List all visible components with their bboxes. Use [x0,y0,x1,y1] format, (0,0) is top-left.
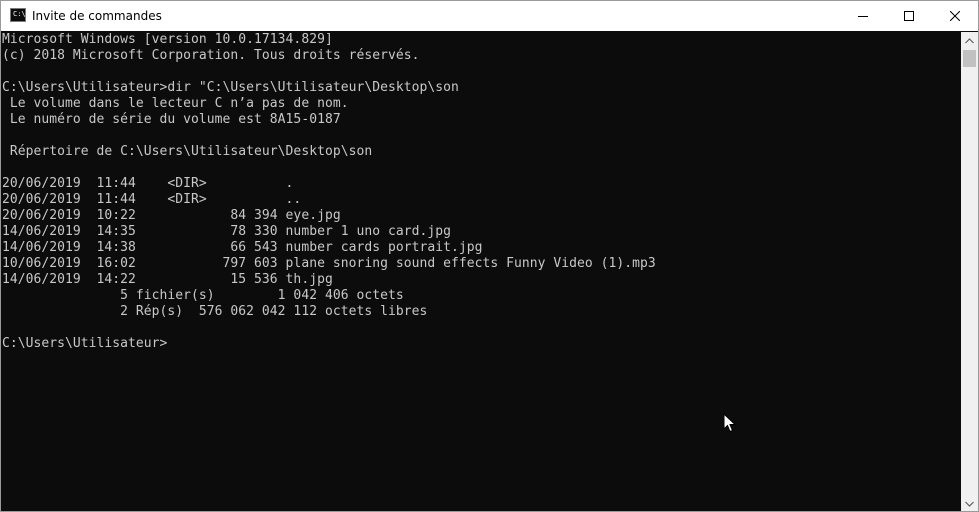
command-prompt-window: C:\. Invite de commandes Microsoft Windo… [0,0,979,512]
chevron-down-icon [965,501,974,507]
scroll-down-button[interactable] [961,495,978,511]
close-button[interactable] [932,1,978,31]
console-line: 20/06/2019 11:44 <DIR> .. [2,192,302,207]
console-line: Microsoft Windows [version 10.0.17134.82… [2,32,333,47]
minimize-icon [858,16,868,17]
maximize-button[interactable] [886,1,932,31]
console-line: 10/06/2019 16:02 797 603 plane snoring s… [2,256,656,271]
console-line: 20/06/2019 10:22 84 394 eye.jpg [2,208,341,223]
console-line: Le numéro de série du volume est 8A15-01… [2,112,341,127]
console-line: 2 Rép(s) 576 062 042 112 octets libres [2,304,428,319]
window-controls [840,1,978,31]
close-icon [950,11,960,21]
console-line: (c) 2018 Microsoft Corporation. Tous dro… [2,48,420,63]
cmd-console-icon[interactable]: C:\. [10,8,30,22]
console-output[interactable]: Microsoft Windows [version 10.0.17134.82… [1,32,961,511]
console-line: 14/06/2019 14:35 78 330 number 1 uno car… [2,224,451,239]
console-line: 20/06/2019 11:44 <DIR> . [2,176,294,191]
console-prompt-line[interactable]: C:\Users\Utilisateur> [2,336,961,352]
maximize-icon [904,11,914,21]
console-line: 14/06/2019 14:22 15 536 th.jpg [2,272,333,287]
vertical-scrollbar[interactable] [961,32,978,511]
console-line: C:\Users\Utilisateur>dir "C:\Users\Utili… [2,80,459,95]
window-title: Invite de commandes [32,9,162,23]
scroll-up-button[interactable] [961,32,978,49]
scrollbar-thumb[interactable] [963,50,976,67]
console-line: Répertoire de C:\Users\Utilisateur\Deskt… [2,144,373,159]
console-line: 5 fichier(s) 1 042 406 octets [2,288,404,303]
console-line: 14/06/2019 14:38 66 543 number cards por… [2,240,483,255]
title-bar[interactable]: C:\. Invite de commandes [1,1,978,31]
chevron-up-icon [965,37,974,43]
app-icon-glyph: C:\. [13,10,30,18]
mouse-pointer-icon [723,413,737,433]
console-line: Le volume dans le lecteur C n’a pas de n… [2,96,349,111]
minimize-button[interactable] [840,1,886,31]
console-text: Microsoft Windows [version 10.0.17134.82… [1,32,961,352]
